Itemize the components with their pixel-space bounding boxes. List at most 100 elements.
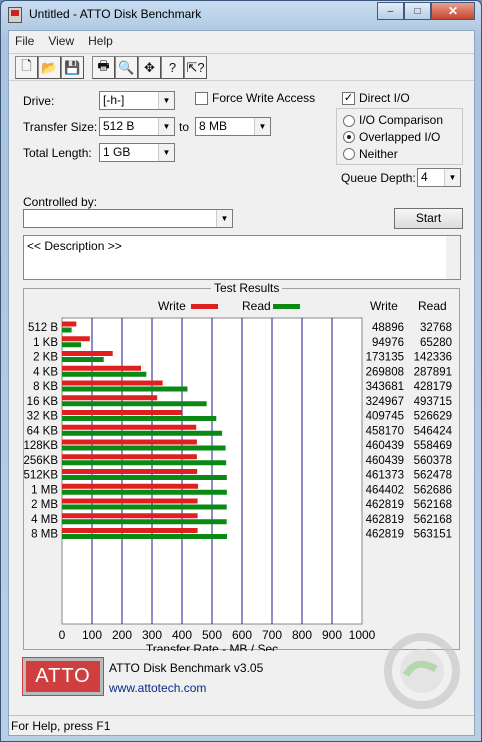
io-comparison-radio[interactable] <box>343 115 355 127</box>
open-icon[interactable]: 📂 <box>38 56 61 79</box>
write-bar <box>62 513 198 519</box>
website-link[interactable]: www.attotech.com <box>109 681 206 695</box>
description-textarea[interactable]: << Description >> <box>23 235 461 280</box>
io-comparison-label: I/O Comparison <box>359 113 444 127</box>
read-bar <box>62 445 226 451</box>
move-icon[interactable]: ✥ <box>138 56 161 79</box>
overlapped-io-label: Overlapped I/O <box>359 130 441 144</box>
menu-file[interactable]: File <box>15 34 34 48</box>
x-tick-label: 700 <box>262 628 282 642</box>
read-value: 562168 <box>414 499 452 511</box>
status-text: For Help, press F1 <box>11 719 111 733</box>
close-button[interactable]: ✕ <box>431 2 475 20</box>
x-tick-label: 800 <box>292 628 312 642</box>
chevron-down-icon: ▼ <box>216 210 232 227</box>
queue-depth-select[interactable]: 4 ▼ <box>417 168 461 187</box>
write-value: 461373 <box>366 470 404 482</box>
category-label: 512KB <box>24 470 58 482</box>
drive-label: Drive: <box>23 94 55 108</box>
category-label: 1 KB <box>33 337 58 349</box>
write-value: 94976 <box>372 337 404 349</box>
watermark-logo <box>384 633 460 709</box>
category-label: 2 KB <box>33 352 58 364</box>
read-bar <box>62 430 223 436</box>
force-write-label: Force Write Access <box>212 91 316 105</box>
write-bar <box>62 439 197 445</box>
force-write-checkbox[interactable] <box>195 92 208 105</box>
write-bar <box>62 321 77 327</box>
read-bar <box>62 342 82 348</box>
read-value: 546424 <box>414 425 453 437</box>
context-help-icon[interactable]: ⇱? <box>184 56 207 79</box>
transfer-size-label: Transfer Size: <box>23 120 98 134</box>
write-bar <box>62 528 198 533</box>
neither-label: Neither <box>359 147 398 161</box>
write-bar <box>62 483 199 489</box>
category-label: 8 KB <box>33 381 58 393</box>
x-tick-label: 100 <box>82 628 102 642</box>
overlapped-io-radio[interactable] <box>343 131 355 143</box>
transfer-size-to-select[interactable]: 8 MB ▼ <box>195 117 271 136</box>
chevron-down-icon: ▼ <box>444 169 460 186</box>
minimize-button[interactable]: – <box>377 2 404 20</box>
transfer-size-to-value: 8 MB <box>199 119 228 133</box>
read-value: 32768 <box>420 322 452 334</box>
category-label: 32 KB <box>27 411 59 423</box>
print-icon[interactable]: 🖶 <box>92 56 115 79</box>
caption-buttons: – □ ✕ <box>377 2 475 20</box>
read-bar <box>62 371 147 377</box>
read-value: 560378 <box>414 455 452 467</box>
write-value: 460439 <box>366 455 404 467</box>
total-length-select[interactable]: 1 GB ▼ <box>99 143 175 162</box>
menu-bar: File View Help <box>9 31 474 51</box>
queue-depth-label: Queue Depth: <box>341 171 416 185</box>
save-icon[interactable]: 💾 <box>61 56 84 79</box>
maximize-button[interactable]: □ <box>404 2 431 20</box>
category-label: 8 MB <box>31 529 58 541</box>
category-label: 512 B <box>28 322 58 334</box>
write-value: 464402 <box>366 484 404 496</box>
write-bar <box>62 454 197 460</box>
read-bar <box>62 327 72 333</box>
category-label: 16 KB <box>27 396 59 408</box>
drive-select[interactable]: [-h-] ▼ <box>99 91 175 110</box>
read-bar <box>62 519 227 525</box>
transfer-size-from-value: 512 B <box>103 119 135 133</box>
category-label: 64 KB <box>27 425 59 437</box>
description-text: << Description >> <box>27 239 122 253</box>
description-scrollbar[interactable] <box>446 236 460 279</box>
chevron-down-icon: ▼ <box>158 144 174 161</box>
controlled-by-label: Controlled by: <box>23 195 98 209</box>
write-bar <box>62 395 158 401</box>
category-label: 4 MB <box>31 514 58 526</box>
transfer-size-from-select[interactable]: 512 B ▼ <box>99 117 175 136</box>
read-bar <box>62 357 104 362</box>
total-length-value: 1 GB <box>103 145 131 159</box>
print-preview-icon[interactable]: 🔍 <box>115 56 138 79</box>
toolbar: 🗋 📂 💾 🖶 🔍 ✥ ? ⇱? <box>9 53 474 81</box>
read-value: 563151 <box>414 529 452 541</box>
start-button[interactable]: Start <box>394 208 463 229</box>
read-bar <box>62 489 227 495</box>
toolbar-tools-group: 🖶 🔍 ✥ ? ⇱? <box>92 56 207 80</box>
write-bar <box>62 365 142 371</box>
atto-logo: ATTO <box>22 657 104 696</box>
direct-io-checkbox[interactable]: ✓ <box>342 92 355 105</box>
neither-radio[interactable] <box>343 148 355 160</box>
help-icon[interactable]: ? <box>161 56 184 79</box>
menu-help[interactable]: Help <box>88 34 113 48</box>
title-bar[interactable]: Untitled - ATTO Disk Benchmark – □ ✕ <box>1 1 481 29</box>
category-label: 1 MB <box>31 484 58 496</box>
app-window: Untitled - ATTO Disk Benchmark – □ ✕ Fil… <box>0 0 482 742</box>
write-bar <box>62 424 197 430</box>
write-value: 343681 <box>366 381 404 393</box>
transfer-rate-chart: 0 100 200 300 400 500 600 700 800 900 1000 Transfer… <box>24 317 453 651</box>
menu-view[interactable]: View <box>48 34 74 48</box>
controlled-by-select[interactable]: ▼ <box>23 209 233 228</box>
write-bar <box>62 380 163 386</box>
write-value: 458170 <box>366 425 404 437</box>
new-icon[interactable]: 🗋 <box>15 56 38 79</box>
x-tick-label: 600 <box>232 628 252 642</box>
read-value: 526629 <box>414 411 452 423</box>
category-label: 2 MB <box>31 499 58 511</box>
